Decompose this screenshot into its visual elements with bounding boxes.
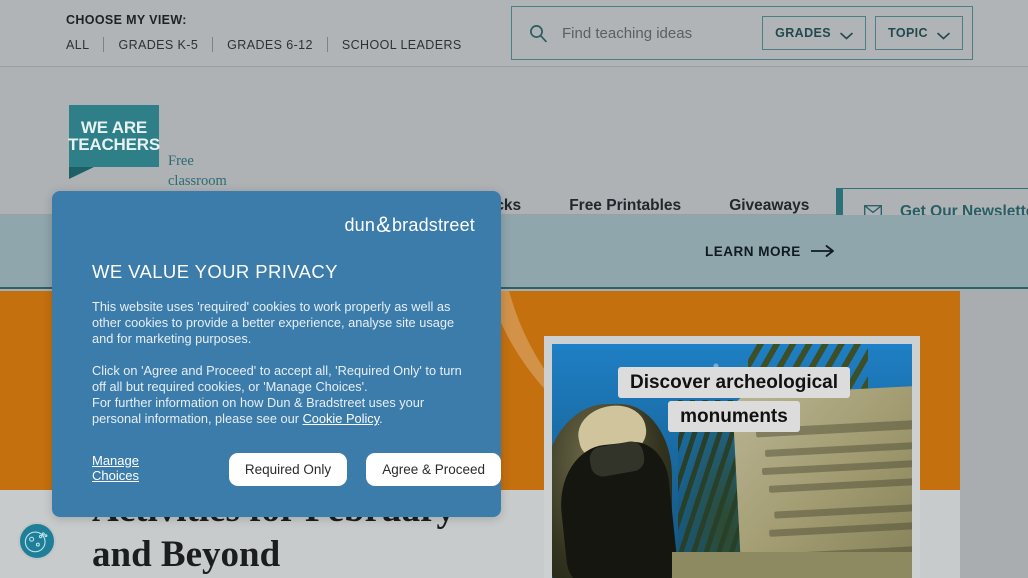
chevron-down-icon: [937, 29, 950, 40]
cookie-paragraph-2a: Click on 'Agree and Proceed' to accept a…: [92, 363, 462, 394]
cookie-paragraph-2-end: .: [379, 411, 383, 426]
utility-bar: CHOOSE MY VIEW: ALL GRADES K-5 GRADES 6-…: [0, 0, 1028, 67]
grades-filter-dropdown[interactable]: GRADES: [762, 16, 867, 50]
promo-learn-more-link[interactable]: LEARN MORE: [705, 244, 835, 259]
view-link-all[interactable]: ALL: [66, 38, 89, 52]
photo-caption: Discover archeological monuments: [594, 366, 874, 434]
nav-item-giveaways[interactable]: Giveaways: [729, 197, 809, 215]
view-link-school-leaders[interactable]: SCHOOL LEADERS: [342, 38, 462, 52]
underwater-monument-photo: Discover archeological monuments: [552, 344, 912, 578]
divider: [103, 37, 105, 52]
promo-learn-more-label: LEARN MORE: [705, 243, 801, 259]
view-link-grades-6-12[interactable]: GRADES 6-12: [227, 38, 313, 52]
logo-ribbon-tail: [69, 167, 94, 179]
cookie-policy-link[interactable]: Cookie Policy: [303, 411, 380, 426]
logo-box: WE ARE TEACHERS: [68, 105, 160, 167]
cookie-consent-dialog: dun & bradstreet WE VALUE YOUR PRIVACY T…: [52, 191, 501, 517]
brand-ampersand: &: [376, 212, 391, 237]
cookie-settings-button[interactable]: [18, 522, 56, 560]
required-only-button[interactable]: Required Only: [228, 453, 348, 486]
brand-part-1: dun: [344, 214, 376, 235]
site-logo[interactable]: WE ARE TEACHERS: [68, 105, 160, 179]
view-link-grades-k5[interactable]: GRADES K-5: [118, 38, 198, 52]
photo-seabed: [672, 552, 912, 578]
topic-filter-label: TOPIC: [888, 26, 928, 40]
chevron-down-icon: [840, 29, 853, 40]
choose-my-view: CHOOSE MY VIEW: ALL GRADES K-5 GRADES 6-…: [66, 13, 486, 52]
cookie-dialog-body: This website uses 'required' cookies to …: [92, 299, 467, 427]
cookie-paragraph-1: This website uses 'required' cookies to …: [92, 299, 455, 346]
arrow-right-icon: [809, 245, 835, 257]
logo-line-1: WE ARE: [80, 118, 148, 137]
page-root: CHOOSE MY VIEW: ALL GRADES K-5 GRADES 6-…: [0, 0, 1028, 578]
view-links: ALL GRADES K-5 GRADES 6-12 SCHOOL LEADER…: [66, 37, 486, 52]
topic-filter-dropdown[interactable]: TOPIC: [875, 16, 963, 50]
cookie-paragraph-2: Click on 'Agree and Proceed' to accept a…: [92, 363, 467, 427]
photo-caption-text: Discover archeological monuments: [617, 367, 851, 432]
dun-bradstreet-logo: dun & bradstreet: [344, 212, 475, 238]
brand-part-2: bradstreet: [391, 214, 475, 235]
cookie-dialog-actions: Manage Choices Required Only Agree & Pro…: [92, 453, 501, 486]
search-bar: GRADES TOPIC: [511, 6, 973, 60]
search-icon: [528, 23, 548, 43]
agree-and-proceed-button[interactable]: Agree & Proceed: [366, 453, 501, 486]
grades-filter-label: GRADES: [775, 26, 832, 40]
manage-choices-link[interactable]: Manage Choices: [92, 453, 188, 486]
article-photo-card[interactable]: Discover archeological monuments: [544, 336, 920, 578]
logo-line-2: TEACHERS: [68, 135, 160, 154]
divider: [212, 37, 214, 52]
divider: [326, 37, 328, 52]
search-input[interactable]: [562, 24, 763, 42]
choose-my-view-label: CHOOSE MY VIEW:: [66, 13, 187, 27]
nav-item-free-printables[interactable]: Free Printables: [569, 197, 681, 215]
cookie-dialog-title: WE VALUE YOUR PRIVACY: [92, 261, 338, 282]
